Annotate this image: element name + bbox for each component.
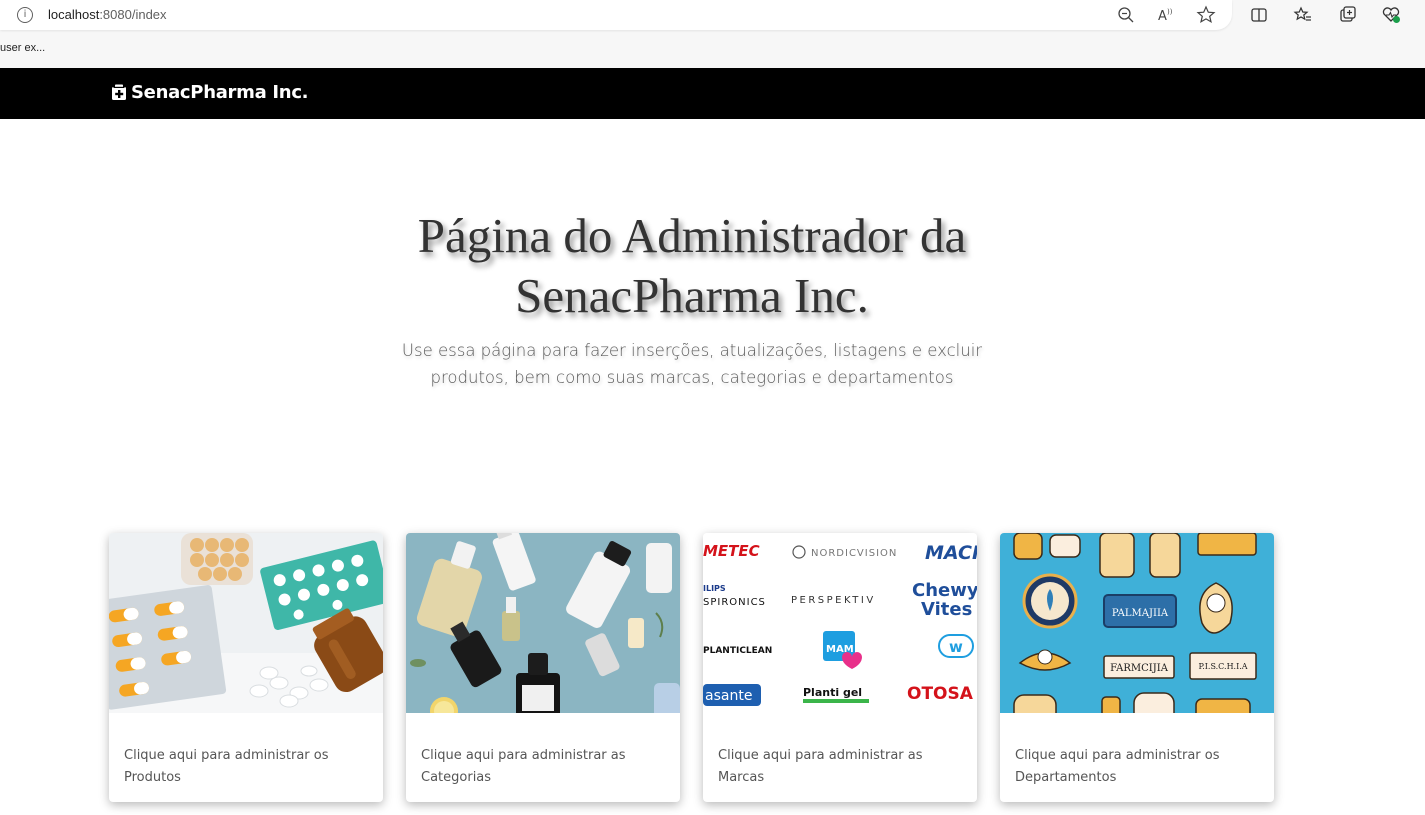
pills-image [109,533,383,713]
browser-essentials-icon[interactable] [1380,4,1402,26]
svg-text:)): )) [1167,8,1173,16]
svg-text:Planti gel: Planti gel [803,686,862,699]
svg-text:A: A [1158,9,1167,24]
svg-text:P.I.S.C.H.I.A: P.I.S.C.H.I.A [1198,662,1247,671]
card-departamentos-image: PALMAJIIA FARMCIJIA P.I.S.C.H.I.A [1000,533,1274,713]
brand-name: SenacPharma Inc. [131,82,309,103]
zoom-out-icon[interactable] [1115,4,1137,26]
read-aloud-icon[interactable]: A)) [1155,4,1177,26]
svg-text:asante: asante [705,688,752,704]
svg-text:ILIPS: ILIPS [703,584,726,593]
svg-text:Vites: Vites [921,599,972,620]
browser-address-bar: i localhost:8080/index A)) [0,0,1425,34]
favorites-bar-item[interactable]: user ex... [0,42,45,54]
page-title: Página do Administrador da SenacPharma I… [417,208,967,323]
card-produtos-image [109,533,383,713]
svg-text:Chewy: Chewy [912,580,977,601]
navbar-brand[interactable]: SenacPharma Inc. [111,82,309,103]
card-marcas-image: METEC NORDICVISION MACK'S ILIPS SPIRONIC… [703,533,977,713]
card-marcas-text[interactable]: Clique aqui para administrar as Marcas [718,745,963,789]
card-categorias-text[interactable]: Clique aqui para administrar as Categori… [421,745,666,789]
card-produtos-text[interactable]: Clique aqui para administrar os Produtos [124,745,369,789]
site-info-icon[interactable]: i [17,7,33,23]
favorite-star-icon[interactable] [1195,4,1217,26]
card-marcas[interactable]: METEC NORDICVISION MACK'S ILIPS SPIRONIC… [703,533,977,802]
favorites-bar: user ex... [0,34,1425,68]
split-screen-icon[interactable] [1248,4,1270,26]
pharmacy-labels-image: PALMAJIIA FARMCIJIA P.I.S.C.H.I.A [1000,533,1274,713]
cosmetics-image [406,533,680,713]
svg-text:MACK'S: MACK'S [925,542,977,564]
page-subtitle: Use essa página para fazer inserções, at… [401,341,983,387]
top-navbar: SenacPharma Inc. [0,68,1425,119]
card-departamentos-text[interactable]: Clique aqui para administrar os Departam… [1015,745,1260,789]
svg-text:OTOSA: OTOSA [907,684,974,704]
url-field[interactable]: i localhost:8080/index A)) [0,0,1232,30]
pharmacy-cross-icon [112,84,126,100]
svg-text:PLANTICLEAN: PLANTICLEAN [703,646,772,656]
svg-text:PERSPEKTIV: PERSPEKTIV [791,595,876,606]
svg-text:FARMCIJIA: FARMCIJIA [1110,663,1169,674]
url-text[interactable]: localhost:8080/index [48,7,167,22]
favorites-icon[interactable] [1292,4,1314,26]
card-produtos[interactable]: Clique aqui para administrar os Produtos [109,533,383,802]
brand-logos-image: METEC NORDICVISION MACK'S ILIPS SPIRONIC… [703,533,977,713]
svg-text:METEC: METEC [703,542,760,560]
card-departamentos[interactable]: PALMAJIIA FARMCIJIA P.I.S.C.H.I.A Clique… [1000,533,1274,802]
collections-icon[interactable] [1337,4,1359,26]
svg-text:NORDICVISION: NORDICVISION [811,548,897,559]
svg-text:w: w [949,638,963,656]
card-categorias-image [406,533,680,713]
svg-text:SPIRONICS: SPIRONICS [703,597,766,608]
card-categorias[interactable]: Clique aqui para administrar as Categori… [406,533,680,802]
svg-text:PALMAJIIA: PALMAJIIA [1112,608,1169,619]
